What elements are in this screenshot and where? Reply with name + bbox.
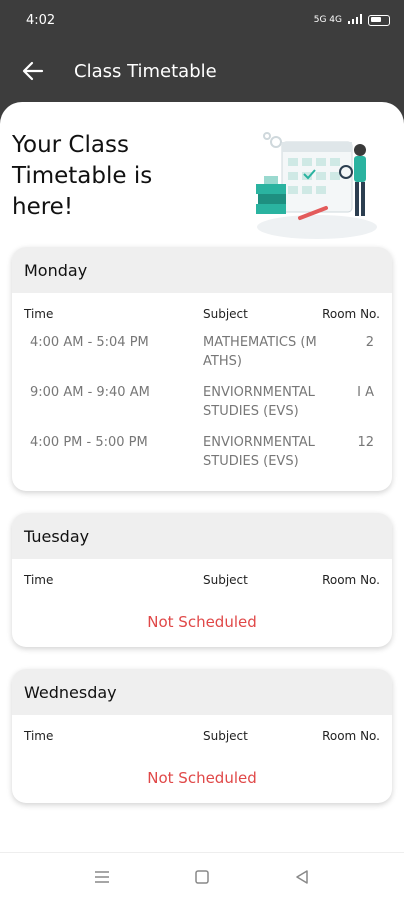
back-triangle-icon: [296, 869, 308, 884]
back-button[interactable]: [18, 56, 48, 86]
battery-icon: [368, 14, 390, 26]
status-icons: 5G 4G: [313, 13, 390, 27]
not-scheduled-label: Not Scheduled: [147, 613, 257, 631]
row-subject: ENVIORNMENTAL STUDIES (EVS): [203, 435, 315, 469]
column-time: Time: [24, 307, 54, 321]
status-time: 4:02: [26, 12, 56, 28]
hero-section: Your Class Timetable is here!: [12, 102, 392, 247]
column-headers: Time Subject Room No.: [12, 715, 392, 749]
network-label: 5G 4G: [313, 15, 342, 25]
timetable-row: 9:00 AM - 9:40 AM ENVIORNMENTAL STUDIES …: [12, 377, 392, 427]
column-subject: Subject: [203, 573, 248, 587]
column-room: Room No.: [322, 307, 380, 321]
timetable-row: 4:00 PM - 5:00 PM ENVIORNMENTAL STUDIES …: [12, 427, 392, 477]
hero-title: Your Class Timetable is here!: [12, 132, 153, 220]
app-bar: Class Timetable: [0, 40, 404, 102]
arrow-left-icon: [22, 61, 44, 81]
day-card-tuesday: Tuesday Time Subject Room No. Not Schedu…: [12, 513, 392, 647]
row-room: 12: [357, 435, 374, 450]
home-nav-button[interactable]: [192, 867, 212, 887]
column-time: Time: [24, 573, 54, 587]
column-headers: Time Subject Room No.: [12, 293, 392, 327]
column-room: Room No.: [322, 573, 380, 587]
timetable-content[interactable]: Your Class Timetable is here! Monday Tim…: [0, 102, 404, 852]
calendar-illustration: [256, 132, 377, 239]
column-subject: Subject: [203, 307, 248, 321]
not-scheduled-label: Not Scheduled: [147, 769, 257, 787]
page-title: Class Timetable: [74, 60, 217, 82]
day-header: Wednesday: [12, 669, 392, 715]
system-nav-bar: [0, 852, 404, 900]
row-subject: MATHEMATICS (MATHS): [203, 335, 317, 369]
row-subject: ENVIORNMENTAL STUDIES (EVS): [203, 385, 315, 419]
column-subject: Subject: [203, 729, 248, 743]
row-room: I A: [357, 385, 374, 400]
column-headers: Time Subject Room No.: [12, 559, 392, 593]
row-time: 4:00 PM - 5:00 PM: [30, 435, 148, 450]
menu-nav-button[interactable]: [92, 867, 112, 887]
row-room: 2: [365, 335, 374, 350]
timetable-row: 4:00 AM - 5:04 PM MATHEMATICS (MATHS) 2: [12, 327, 392, 377]
signal-icon: [348, 13, 362, 27]
back-nav-button[interactable]: [292, 867, 312, 887]
column-room: Room No.: [322, 729, 380, 743]
home-square-icon: [195, 869, 209, 884]
row-time: 4:00 AM - 5:04 PM: [30, 335, 149, 350]
column-time: Time: [24, 729, 54, 743]
day-header: Monday: [12, 247, 392, 293]
day-header: Tuesday: [12, 513, 392, 559]
timetable-rows: 4:00 AM - 5:04 PM MATHEMATICS (MATHS) 2 …: [12, 327, 392, 491]
day-card-monday: Monday Time Subject Room No. 4:00 AM - 5…: [12, 247, 392, 491]
row-time: 9:00 AM - 9:40 AM: [30, 385, 150, 400]
status-bar: 4:02 5G 4G: [0, 0, 404, 40]
menu-icon: [95, 870, 109, 883]
day-card-wednesday: Wednesday Time Subject Room No. Not Sche…: [12, 669, 392, 803]
